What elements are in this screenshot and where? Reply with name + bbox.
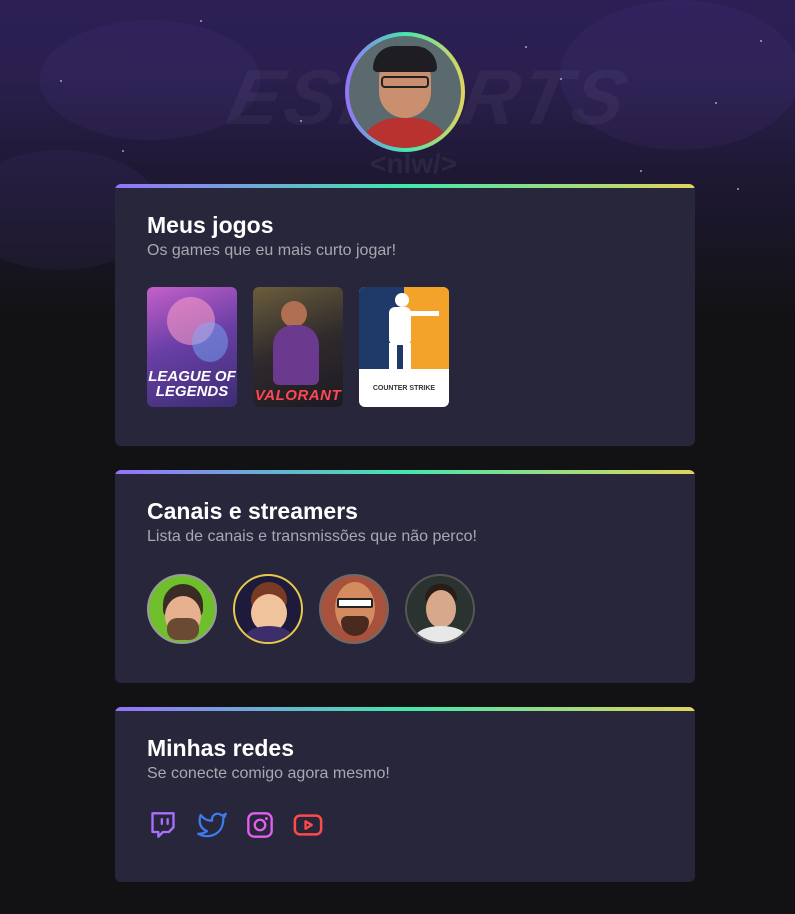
avatar-cap <box>373 46 437 72</box>
cs-figure <box>389 343 397 369</box>
profile-avatar <box>345 32 465 152</box>
streamers-title: Canais e streamers <box>147 498 358 524</box>
twitter-link[interactable] <box>196 809 228 841</box>
lol-art <box>192 322 228 362</box>
streamer-avatar-1[interactable] <box>147 574 217 644</box>
youtube-link[interactable] <box>292 809 324 841</box>
streamer-art <box>341 616 369 636</box>
instagram-link[interactable] <box>244 809 276 841</box>
games-title: Meus jogos <box>147 212 274 238</box>
streamer-art <box>245 626 293 642</box>
streamer-avatar-2[interactable] <box>233 574 303 644</box>
valorant-art <box>273 325 319 385</box>
star <box>122 150 124 152</box>
game-label: VALORANT <box>254 387 342 404</box>
star <box>737 188 739 190</box>
twitch-icon <box>151 812 175 838</box>
star <box>760 40 762 42</box>
star <box>715 102 717 104</box>
cs-figure <box>403 343 411 369</box>
games-subtitle: Os games que eu mais curto jogar! <box>147 242 397 259</box>
valorant-art <box>281 301 307 327</box>
instagram-icon <box>247 812 273 838</box>
twitter-icon <box>197 812 227 838</box>
youtube-icon <box>293 814 323 836</box>
streamer-art <box>415 626 467 642</box>
avatar-glasses <box>381 76 429 88</box>
game-valorant[interactable]: VALORANT <box>253 287 343 407</box>
twitch-link[interactable] <box>147 809 179 841</box>
social-title: Minhas redes <box>147 735 294 761</box>
star <box>200 20 202 22</box>
nlw-watermark: <nlw/> <box>370 148 458 179</box>
star <box>640 170 642 172</box>
star <box>60 80 62 82</box>
streamers-card: Canais e streamers Lista de canais e tra… <box>115 470 695 683</box>
star <box>560 78 562 80</box>
game-league-of-legends[interactable]: LEAGUE OF LEGENDS <box>147 287 237 407</box>
cs-figure <box>405 311 439 316</box>
streamer-art <box>426 590 456 628</box>
streamer-art <box>337 598 373 608</box>
star <box>525 46 527 48</box>
social-card: Minhas redes Se conecte comigo agora mes… <box>115 707 695 882</box>
social-subtitle: Se conecte comigo agora mesmo! <box>147 765 390 782</box>
streamers-subtitle: Lista de canais e transmissões que não p… <box>147 528 477 545</box>
avatar-shirt <box>357 118 453 148</box>
cs-figure <box>395 293 409 307</box>
game-label: LEAGUE OF LEGENDS <box>148 368 236 400</box>
game-counter-strike[interactable]: COUNTER STRIKE <box>359 287 449 407</box>
game-label: COUNTER STRIKE <box>372 385 436 392</box>
streamer-art <box>167 618 199 640</box>
avatar-photo <box>349 36 461 148</box>
streamer-avatar-4[interactable] <box>405 574 475 644</box>
games-card: Meus jogos Os games que eu mais curto jo… <box>115 184 695 446</box>
streamer-avatar-3[interactable] <box>319 574 389 644</box>
star <box>300 120 302 122</box>
